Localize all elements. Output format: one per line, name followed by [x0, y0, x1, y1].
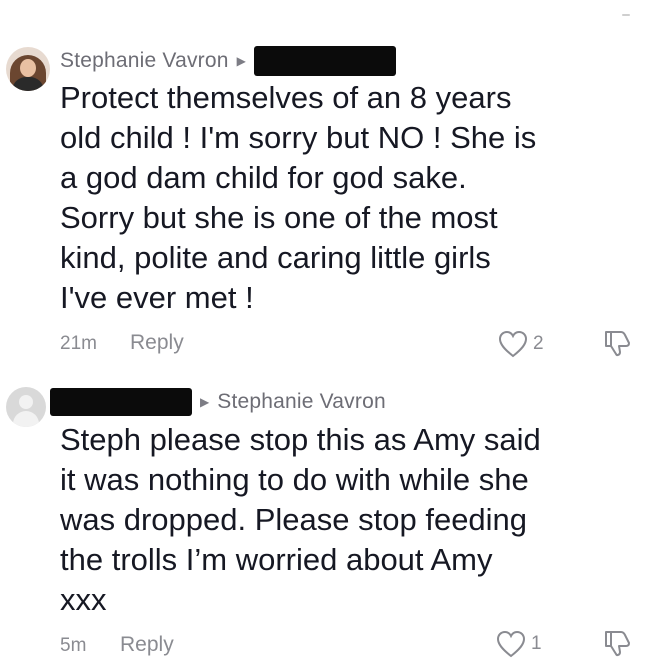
avatar[interactable]	[6, 47, 50, 91]
redacted-username	[50, 388, 192, 416]
reply-arrow-icon: ▶	[200, 395, 210, 409]
comment-timestamp: 21m	[60, 333, 97, 354]
username[interactable]: Stephanie Vavron	[60, 49, 229, 73]
thumbs-down-icon[interactable]	[602, 328, 632, 358]
avatar[interactable]	[6, 387, 46, 427]
comment-timestamp: 5m	[60, 635, 87, 656]
thumbs-down-icon[interactable]	[602, 628, 632, 658]
redacted-username	[253, 46, 396, 76]
comment-text: Protect themselves of an 8 years old chi…	[60, 80, 537, 315]
heart-icon[interactable]	[498, 330, 528, 358]
reply-button[interactable]: Reply	[120, 633, 174, 657]
comment-text: Steph please stop this as Amy said it wa…	[60, 422, 541, 617]
reply-button[interactable]: Reply	[130, 331, 184, 355]
comment-header: Stephanie Vavron ▶	[60, 46, 396, 76]
reply-to-username[interactable]: Stephanie Vavron	[217, 390, 386, 414]
like-count: 2	[533, 333, 544, 354]
heart-icon[interactable]	[496, 630, 526, 658]
scroll-indicator	[622, 14, 630, 16]
reply-arrow-icon: ▶	[236, 54, 246, 68]
comment-header: ▶ Stephanie Vavron	[50, 388, 386, 416]
like-count: 1	[531, 633, 542, 654]
